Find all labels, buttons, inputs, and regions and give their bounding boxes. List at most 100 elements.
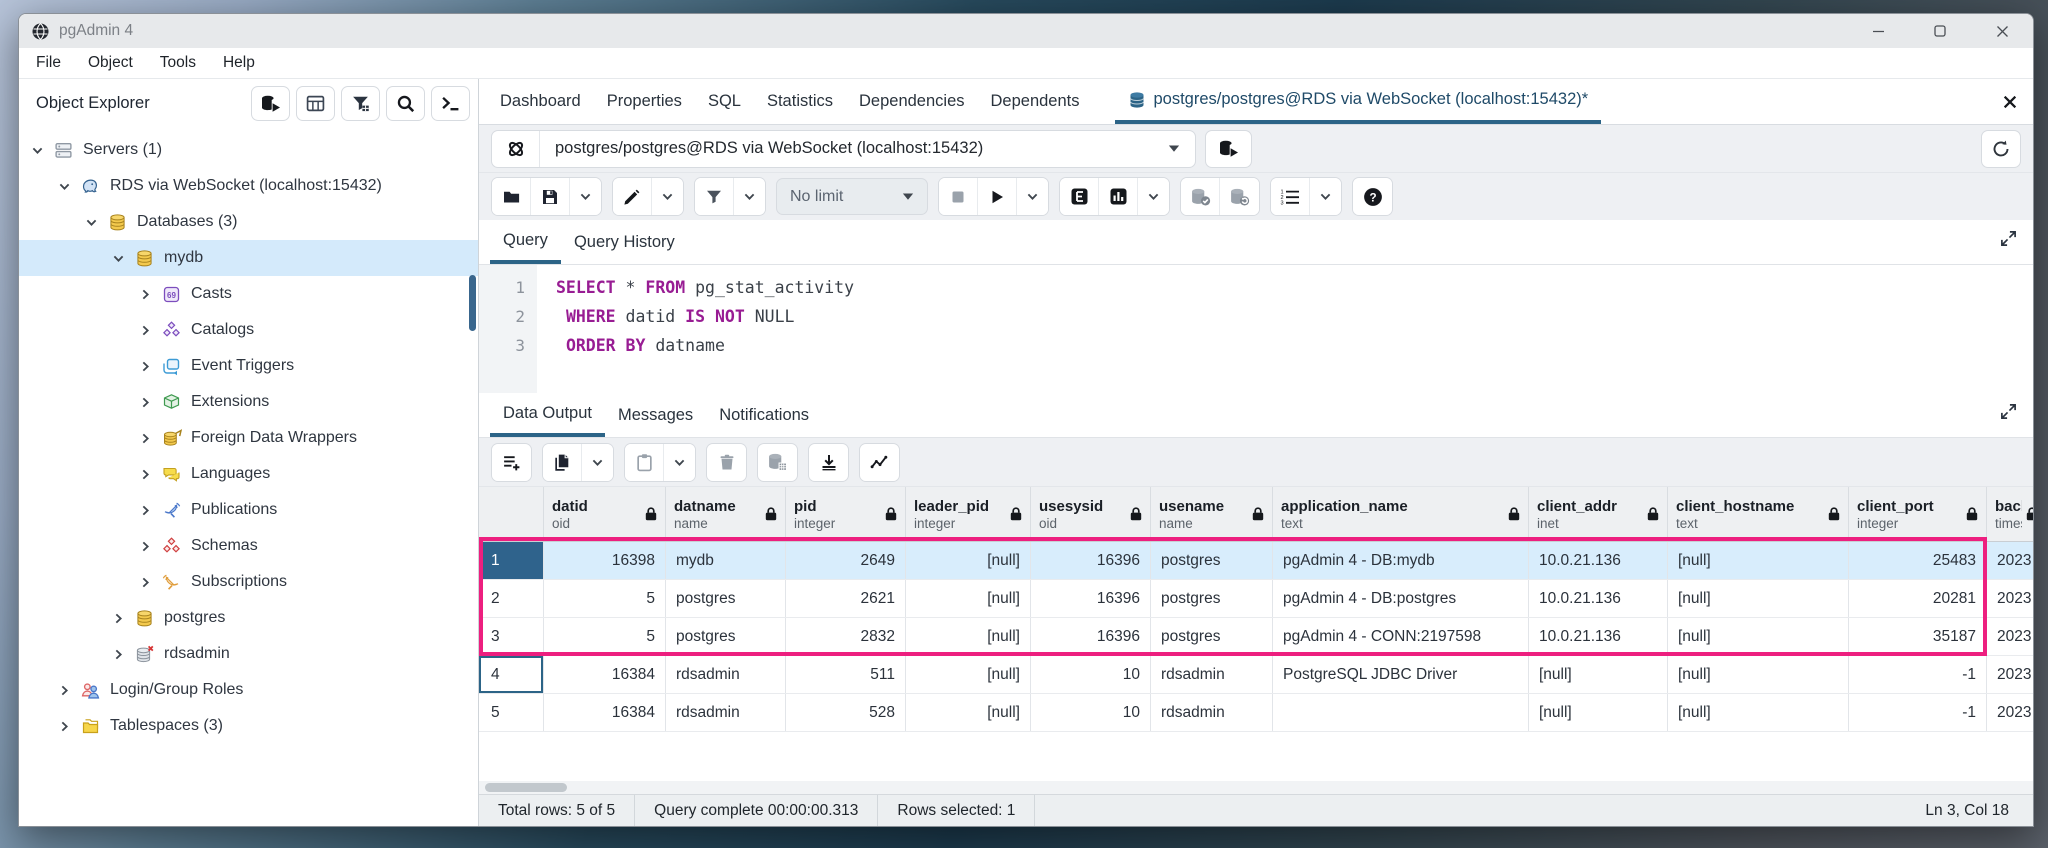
tree-item-tablespaces-3[interactable]: Tablespaces (3) [19,708,478,744]
psql-tool-button[interactable] [431,86,470,121]
cell-application-name[interactable]: PostgreSQL JDBC Driver [1273,656,1529,693]
chevron-down-icon[interactable] [27,144,47,157]
cell-client-port[interactable]: 25483 [1849,542,1987,579]
column-header-pid[interactable]: pid integer [786,487,906,541]
tab-dependencies[interactable]: Dependencies [846,79,978,124]
column-header-client-hostname[interactable]: client_hostname text [1668,487,1849,541]
column-header-datid[interactable]: datid oid [544,487,666,541]
menu-tools[interactable]: Tools [160,54,196,72]
download-button[interactable] [809,443,848,481]
cell-pid[interactable]: 2832 [786,618,906,655]
chevron-right-icon[interactable] [135,504,155,517]
cell-client-addr[interactable]: 10.0.21.136 [1529,580,1668,617]
cell-datname[interactable]: rdsadmin [666,656,786,693]
cell-datname[interactable]: rdsadmin [666,694,786,731]
cell-application-name[interactable]: pgAdmin 4 - DB:mydb [1273,542,1529,579]
table-row[interactable]: 5 16384 rdsadmin 528 [null] 10 rdsadmin [null][… [479,694,2033,732]
save-button[interactable] [531,178,570,215]
cell-usesysid[interactable]: 16396 [1031,618,1151,655]
chevron-right-icon[interactable] [135,324,155,337]
cell-usesysid[interactable]: 10 [1031,694,1151,731]
tree-item-schemas[interactable]: Schemas [19,528,478,564]
connection-select[interactable]: postgres/postgres@RDS via WebSocket (loc… [491,129,1196,168]
chevron-right-icon[interactable] [135,576,155,589]
tree-item-postgres[interactable]: postgres [19,600,478,636]
cell-application-name[interactable]: pgAdmin 4 - DB:postgres [1273,580,1529,617]
chevron-right-icon[interactable] [135,288,155,301]
table-row[interactable]: 2 5 postgres 2621 [null] 16396 postgres pgAdmin… [479,580,2033,618]
execute-button[interactable] [978,178,1017,215]
cell-client-addr[interactable]: 10.0.21.136 [1529,618,1668,655]
cell-client-addr[interactable]: [null] [1529,694,1668,731]
tab-query-history[interactable]: Query History [561,220,688,264]
view-data-button[interactable] [296,86,335,121]
menu-file[interactable]: File [36,54,61,72]
chevron-down-icon[interactable] [81,216,101,229]
tab-dashboard[interactable]: Dashboard [487,79,594,124]
expand-icon[interactable] [2000,230,2017,247]
tree-item-servers-1[interactable]: Servers (1) [19,132,478,168]
chevron-right-icon[interactable] [135,432,155,445]
save-data-button[interactable] [758,443,797,481]
cell-client-addr[interactable]: 10.0.21.136 [1529,542,1668,579]
cell-usesysid[interactable]: 10 [1031,656,1151,693]
graph-visualiser-button[interactable] [860,443,899,481]
row-number[interactable]: 5 [479,694,544,731]
cell-client-addr[interactable]: [null] [1529,656,1668,693]
cell-back[interactable]: 2023 [1987,694,2033,731]
cancel-query-button[interactable] [939,178,978,215]
horizontal-scrollbar[interactable] [479,781,2033,794]
refresh-button[interactable] [1981,129,2021,168]
close-button[interactable] [1971,14,2033,48]
rollback-button[interactable] [1220,178,1259,215]
add-row-button[interactable] [492,443,531,481]
chevron-right-icon[interactable] [54,720,74,733]
cell-usename[interactable]: postgres [1151,618,1273,655]
filter-dropdown[interactable] [734,178,765,215]
tab-notifications[interactable]: Notifications [706,393,822,437]
copy-button[interactable] [543,443,582,481]
cell-datid[interactable]: 5 [544,580,666,617]
commit-button[interactable] [1181,178,1220,215]
cell-client-hostname[interactable]: [null] [1668,694,1849,731]
cell-usesysid[interactable]: 16396 [1031,542,1151,579]
search-objects-button[interactable] [386,86,425,121]
tree-item-catalogs[interactable]: Catalogs [19,312,478,348]
row-number[interactable]: 2 [479,580,544,617]
chevron-right-icon[interactable] [108,648,128,661]
help-button[interactable]: ? [1353,178,1392,215]
cell-usesysid[interactable]: 16396 [1031,580,1151,617]
tree-item-foreign-data-wrappers[interactable]: Foreign Data Wrappers [19,420,478,456]
cell-client-hostname[interactable]: [null] [1668,656,1849,693]
column-header-leader-pid[interactable]: leader_pid integer [906,487,1031,541]
edit-dropdown[interactable] [652,178,683,215]
cell-pid[interactable]: 2649 [786,542,906,579]
cell-client-hostname[interactable]: [null] [1668,618,1849,655]
chevron-right-icon[interactable] [108,612,128,625]
table-row[interactable]: 4 16384 rdsadmin 511 [null] 10 rdsadmin Postgre… [479,656,2033,694]
explain-button[interactable] [1060,178,1099,215]
sql-editor[interactable]: 1 2 3 SELECT * FROM pg_stat_activity WHERE… [479,265,2033,393]
paste-button[interactable] [625,443,664,481]
macros-dropdown[interactable] [1310,178,1341,215]
explain-dropdown[interactable] [1138,178,1169,215]
menu-help[interactable]: Help [223,54,255,72]
row-number[interactable]: 4 [479,656,544,693]
tab-dependents[interactable]: Dependents [978,79,1093,124]
cell-leader-pid[interactable]: [null] [906,618,1031,655]
tree-item-databases-3[interactable]: Databases (3) [19,204,478,240]
tab-properties[interactable]: Properties [594,79,695,124]
column-header-usesysid[interactable]: usesysid oid [1031,487,1151,541]
new-connection-button[interactable] [1205,129,1252,168]
cell-usename[interactable]: postgres [1151,580,1273,617]
chevron-right-icon[interactable] [135,540,155,553]
tab-data-output[interactable]: Data Output [490,393,605,437]
open-file-button[interactable] [492,178,531,215]
cell-client-port[interactable]: -1 [1849,656,1987,693]
cell-pid[interactable]: 2621 [786,580,906,617]
cell-datid[interactable]: 16384 [544,694,666,731]
tab-sql[interactable]: SQL [695,79,754,124]
quick-connect-button[interactable] [251,86,290,121]
chevron-right-icon[interactable] [135,360,155,373]
tree-item-casts[interactable]: 69 Casts [19,276,478,312]
